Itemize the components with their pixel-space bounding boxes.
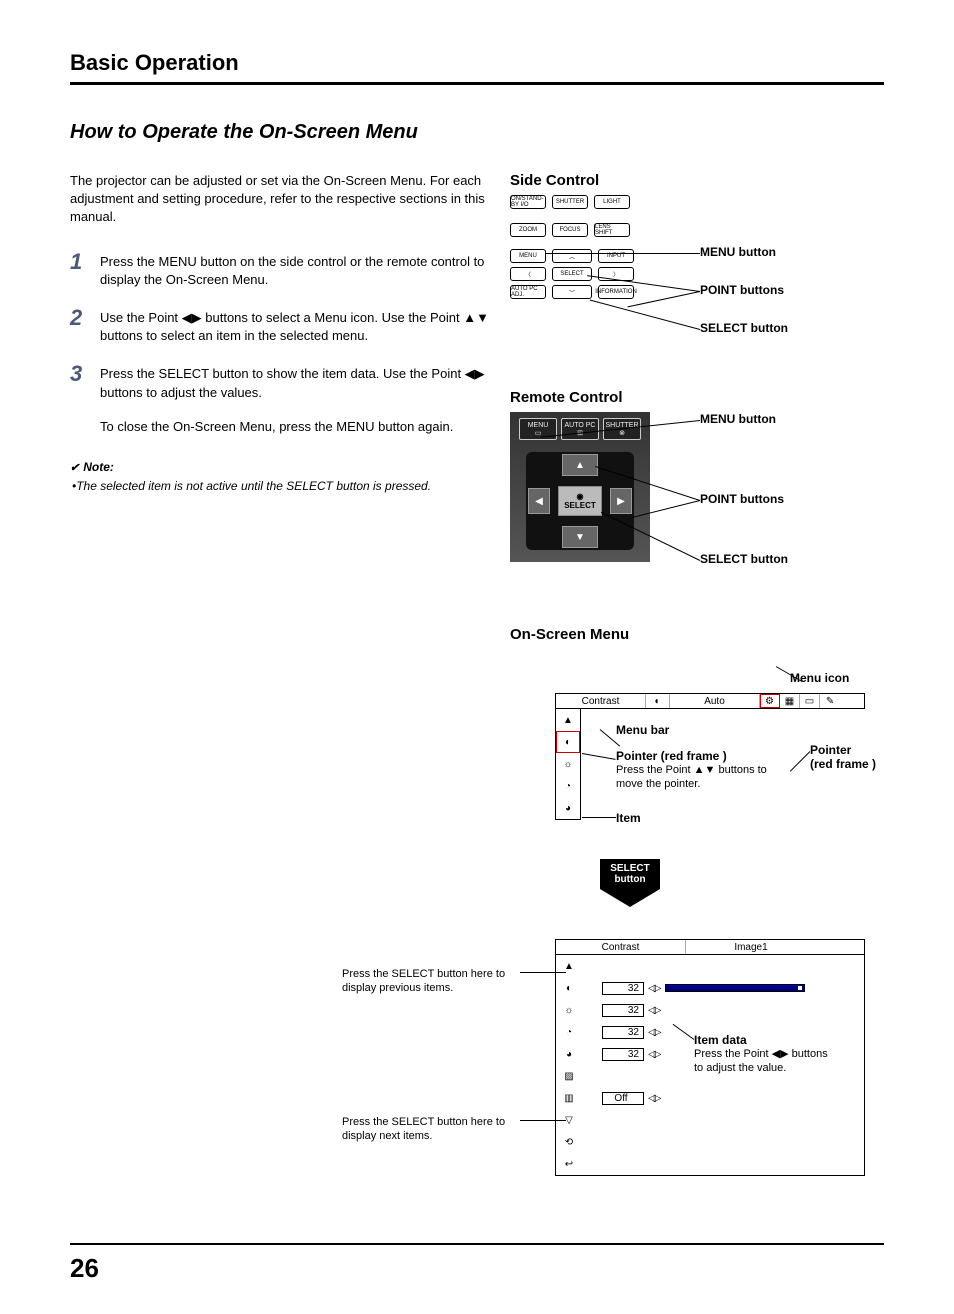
step-3: 3 Press the SELECT button to show the it…: [70, 361, 490, 401]
osm-vicon-color: ◔: [556, 775, 580, 797]
osm-vicon-up: ▲: [556, 709, 580, 731]
osm-menu-bar: Contrast ◐ Auto ⚙ ▦ ▭ ✎: [555, 693, 865, 709]
osm-menu-right: Auto: [670, 694, 760, 708]
closing-paragraph: To close the On-Screen Menu, press the M…: [100, 418, 490, 436]
select-button-tag: SELECTbutton: [600, 859, 660, 889]
item-row-up: ▲: [556, 955, 864, 977]
osm-top-icon-4: ✎: [820, 694, 840, 708]
left-note-prev: Press the SELECT button here to display …: [342, 967, 522, 996]
osm-vicon-tint: ◕: [556, 797, 580, 819]
item-row-2: ☼32◁▷: [556, 999, 864, 1021]
lensshift-button: LENS SHIFT: [594, 223, 630, 237]
osm-top-icon-2: ▦: [780, 694, 800, 708]
osm-menu-left: Contrast: [556, 694, 646, 708]
side-control-heading: Side Control: [510, 172, 884, 189]
onstandby-button: ON/STAND-BY I/O: [510, 195, 546, 209]
callout-rc-point: POINT buttons: [700, 492, 784, 506]
item-row-1: ◐32◁▷: [556, 977, 864, 999]
rc-up-button: ▲: [562, 454, 598, 476]
menu-icon-label: Menu icon: [790, 671, 849, 685]
item-label: Item: [616, 811, 641, 825]
osm-menu-icon-cell: ◐: [646, 694, 670, 708]
step-text: Press the SELECT button to show the item…: [100, 361, 490, 401]
focus-button: FOCUS: [552, 223, 588, 237]
osm-vicon-bright: ☼: [556, 753, 580, 775]
osm-bottom-menu-bar: Contrast Image1: [555, 939, 865, 955]
menu-button: MENU: [510, 249, 546, 263]
step-text: Press the MENU button on the side contro…: [100, 249, 490, 289]
page-header: Basic Operation: [70, 50, 884, 76]
rc-select-button: ◉SELECT: [558, 486, 602, 516]
osm-top-icon-3: ▭: [800, 694, 820, 708]
rc-left-button: ◀: [528, 488, 550, 514]
callout-point: POINT buttons: [700, 283, 784, 297]
callout-menu: MENU button: [700, 245, 776, 259]
callout-select: SELECT button: [700, 321, 788, 335]
down-button: ﹀: [552, 285, 592, 299]
pointer-label: Pointer (red frame ): [616, 749, 786, 763]
section-title: How to Operate the On-Screen Menu: [70, 121, 884, 144]
osm-vicon-contrast: ◐: [556, 731, 580, 753]
page-number: 26: [70, 1253, 884, 1284]
step-number: 3: [70, 361, 88, 401]
header-rule: [70, 82, 884, 85]
left-note-next: Press the SELECT button here to display …: [342, 1115, 522, 1144]
rc-autopc-button: AUTO PC⊞: [561, 418, 599, 440]
input-button: INPUT: [598, 249, 634, 263]
osm-bottom-right: Image1: [686, 940, 816, 954]
intro-paragraph: The projector can be adjusted or set via…: [70, 172, 490, 227]
osm-top-icon-1: ⚙: [760, 694, 780, 708]
left-button: 〈: [510, 267, 546, 281]
pointer-desc: Press the Point ▲▼ buttons to move the p…: [616, 763, 786, 792]
osm-heading: On-Screen Menu: [510, 626, 884, 643]
step-number: 1: [70, 249, 88, 289]
rc-menu-button: MENU▭: [519, 418, 557, 440]
item-row-6: ▥Off◁▷: [556, 1087, 864, 1109]
item-row-8: ⟲: [556, 1131, 864, 1153]
rc-right-button: ▶: [610, 488, 632, 514]
remote-control-diagram: MENU▭ AUTO PC⊞ SHUTTER⊗ ▲ ▼ ◀ ▶ ◉SELECT …: [510, 412, 884, 602]
item-data-desc: Press the Point ◀▶ buttons to adjust the…: [694, 1047, 834, 1076]
side-control-diagram: ON/STAND-BY I/O SHUTTER LIGHT ZOOM FOCUS…: [510, 195, 884, 365]
menu-bar-label: Menu bar: [616, 723, 669, 737]
remote-control-heading: Remote Control: [510, 389, 884, 406]
note-heading: Note:: [70, 460, 490, 474]
callout-rc-menu: MENU button: [700, 412, 776, 426]
shutter-button: SHUTTER: [552, 195, 588, 209]
note-body: •The selected item is not active until t…: [70, 478, 490, 495]
pointer-right-sub: (red frame ): [810, 757, 876, 771]
step-text: Use the Point ◀▶ buttons to select a Men…: [100, 305, 490, 345]
zoom-button: ZOOM: [510, 223, 546, 237]
autopc-button: AUTO PC ADJ.: [510, 285, 546, 299]
select-arrow-icon: [600, 889, 660, 907]
item-data-label: Item data: [694, 1033, 834, 1047]
light-button: LIGHT: [594, 195, 630, 209]
item-row-9: ↩: [556, 1153, 864, 1175]
footer-rule: [70, 1243, 884, 1245]
info-button: INFORMATION: [598, 285, 634, 299]
rc-down-button: ▼: [562, 526, 598, 548]
step-2: 2 Use the Point ◀▶ buttons to select a M…: [70, 305, 490, 345]
up-button: ︿: [552, 249, 592, 263]
pointer-right-label: Pointer: [810, 743, 876, 757]
osm-bottom-left: Contrast: [556, 940, 686, 954]
step-1: 1 Press the MENU button on the side cont…: [70, 249, 490, 289]
item-row-down: ▽: [556, 1109, 864, 1131]
osm-vert-icons: ▲ ◐ ☼ ◔ ◕: [555, 709, 581, 820]
callout-rc-select: SELECT button: [700, 552, 788, 566]
select-button: SELECT: [552, 267, 592, 281]
step-number: 2: [70, 305, 88, 345]
